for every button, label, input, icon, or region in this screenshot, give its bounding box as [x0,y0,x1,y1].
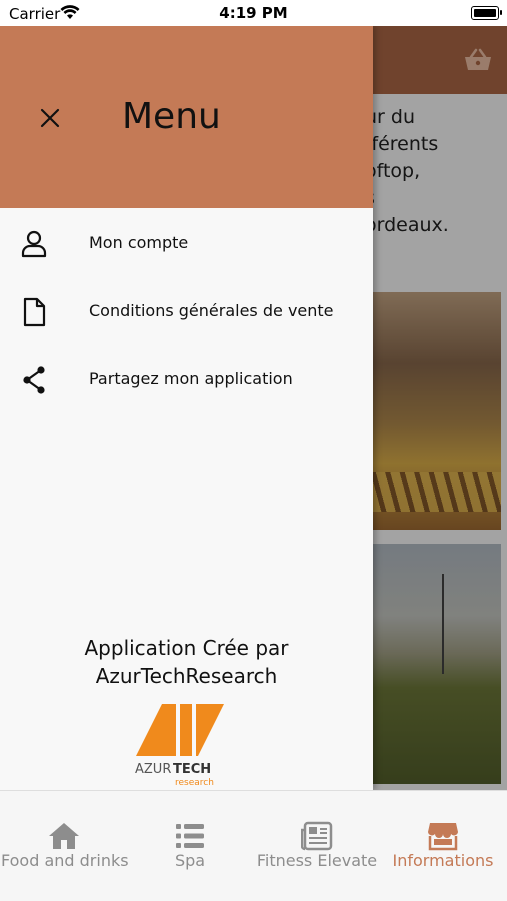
svg-text:TECH: TECH [173,762,211,777]
tab-food-and-drinks[interactable]: Food and drinks [1,791,129,901]
drawer-header: Menu [0,26,373,208]
tab-label: Fitness Elevate [256,851,378,870]
side-drawer: Menu Mon compte Conditions générales de … [0,26,373,790]
credit-line-1: Application Crée par [84,636,289,660]
document-icon [23,297,46,327]
menu-item-label: Partagez mon application [89,369,293,388]
credit-line-2: AzurTechResearch [95,664,278,688]
share-icon [23,366,45,394]
credit-text: Application Crée par AzurTechResearch [0,634,373,690]
menu-title: Menu [122,96,221,137]
menu-item-mon-compte[interactable]: Mon compte [0,214,373,274]
svg-text:AZUR: AZUR [135,762,171,777]
menu-item-partagez[interactable]: Partagez mon application [0,350,373,410]
menu-item-conditions[interactable]: Conditions générales de vente [0,282,373,342]
newspaper-icon [301,821,333,851]
tab-spa[interactable]: Spa [127,791,253,901]
tab-bar: Food and drinks Spa Fitness Elevate Info… [0,790,507,901]
tab-label: Food and drinks [1,851,129,870]
tab-fitness-elevate[interactable]: Fitness Elevate [254,791,380,901]
list-icon [176,824,204,848]
status-time: 4:19 PM [219,4,288,22]
menu-item-label: Mon compte [89,233,189,252]
tab-informations[interactable]: Informations [380,791,506,901]
home-icon [49,823,79,849]
tab-label: Informations [392,851,494,870]
svg-text:research: research [175,778,214,788]
battery-icon [471,6,502,20]
user-icon [21,230,47,258]
azurtech-logo: AZUR TECH research [135,704,224,788]
menu-item-label: Conditions générales de vente [89,301,334,320]
store-icon [428,823,458,851]
close-icon[interactable] [39,107,61,129]
status-bar: Carrier 4:19 PM [0,0,507,26]
tab-label: Spa [174,851,206,870]
